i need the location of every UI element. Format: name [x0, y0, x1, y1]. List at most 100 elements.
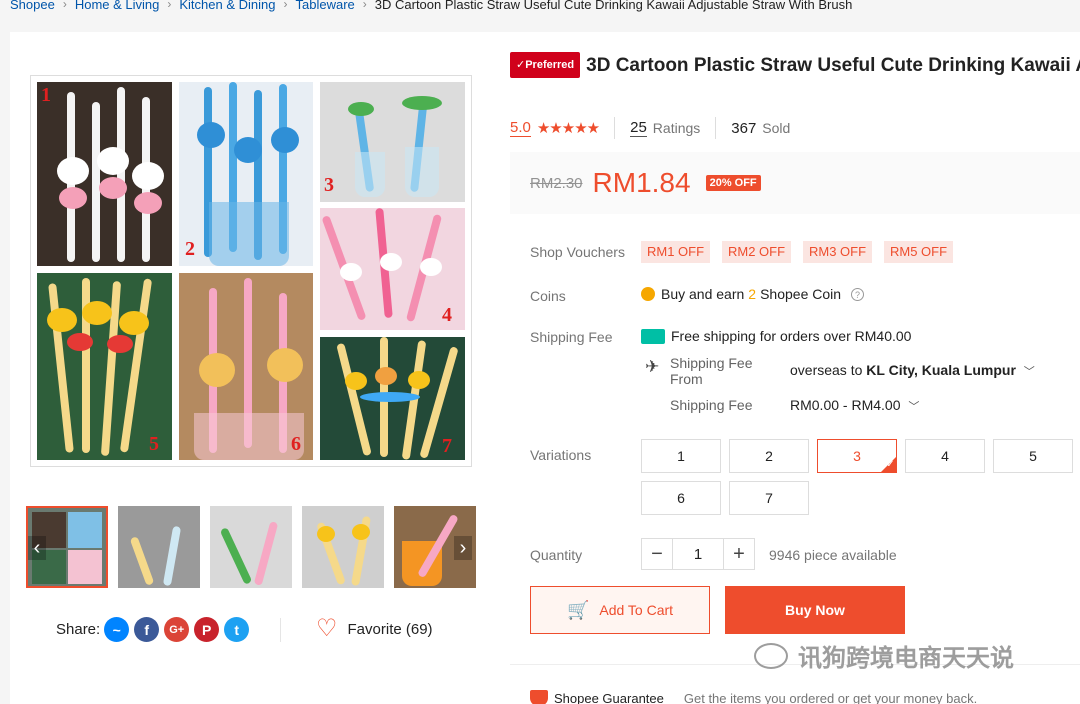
breadcrumb-home-living[interactable]: Home & Living	[75, 0, 160, 12]
quantity-input[interactable]: 1	[673, 538, 723, 570]
shipping-fee-value: RM0.00 - RM4.00	[790, 397, 901, 413]
chevron-down-icon: ﹀	[1023, 366, 1035, 378]
gallery-prev-button[interactable]: ‹	[28, 536, 46, 560]
breadcrumb-shopee[interactable]: Shopee	[10, 0, 55, 12]
breadcrumb: Shopee › Home & Living › Kitchen & Dinin…	[10, 0, 852, 14]
variation-2[interactable]: 2	[729, 439, 809, 473]
product-title: ✓Preferred 3D Cartoon Plastic Straw Usefu…	[510, 52, 1080, 78]
rating-score[interactable]: 5.0	[510, 119, 531, 137]
cart-icon: 🛒	[566, 599, 590, 620]
pinterest-icon[interactable]: P	[194, 617, 220, 642]
buy-now-button[interactable]: Buy Now	[725, 586, 905, 634]
increase-button[interactable]: +	[723, 538, 755, 570]
variation-4[interactable]: 4	[905, 439, 985, 473]
coin-icon	[641, 287, 655, 301]
ratings-label: Ratings	[652, 120, 701, 136]
voucher-rm5[interactable]: RM5 OFF	[884, 241, 954, 263]
voucher-rm3[interactable]: RM3 OFF	[803, 241, 873, 263]
chevron-right-icon: ›	[62, 0, 67, 11]
coins-amount: 2	[748, 286, 757, 302]
favorite-button[interactable]: ♡ Favorite (69)	[316, 617, 433, 641]
thumbnail-4[interactable]	[302, 506, 384, 588]
voucher-rm2[interactable]: RM2 OFF	[722, 241, 792, 263]
check-icon: ✓	[516, 59, 526, 71]
variation-3-selected[interactable]: 3	[817, 439, 897, 473]
guarantee-title: Shopee Guarantee	[554, 690, 664, 704]
collage-number: 4	[442, 304, 452, 326]
shipping-from: ✈ Shipping Fee From	[645, 355, 770, 387]
collage-cell-7: 7	[320, 337, 465, 460]
collage-cell-4: 4	[320, 208, 465, 330]
plane-icon: ✈	[645, 357, 660, 376]
coins-label: Coins	[530, 288, 566, 304]
sold-label: Sold	[762, 120, 791, 136]
watermark-text: 讯狗跨境电商天天说	[798, 645, 1014, 672]
ratings-bar: 5.0 ★★★★★ 25 Ratings 367 Sold	[510, 117, 790, 139]
variation-7[interactable]: 7	[729, 481, 809, 515]
coins-text: Buy and earn	[661, 286, 745, 302]
vouchers-label: Shop Vouchers	[530, 244, 625, 260]
ratings-count[interactable]: 25	[630, 119, 647, 137]
quantity-label: Quantity	[530, 547, 583, 563]
collage-cell-5: 5	[37, 273, 172, 460]
voucher-rm1[interactable]: RM1 OFF	[641, 241, 711, 263]
wechat-icon	[754, 642, 788, 669]
shipping-destination[interactable]: overseas to KL City, Kuala Lumpur ﹀	[790, 362, 1035, 379]
collage-number: 1	[41, 84, 51, 106]
thumbnail-strip: ‹ ›	[26, 506, 476, 588]
free-shipping: Free shipping for orders over RM40.00	[641, 328, 911, 344]
twitter-icon[interactable]: t	[224, 617, 250, 642]
destination: KL City, Kuala Lumpur	[866, 362, 1016, 378]
collage-cell-6: 6	[179, 273, 313, 460]
share-label: Share:	[56, 621, 101, 638]
facebook-icon[interactable]: f	[134, 617, 160, 642]
shipping-from-label: Shipping Fee From	[670, 355, 753, 387]
collage-cell-3: 3	[320, 82, 465, 202]
chevron-right-icon: ›	[283, 0, 288, 11]
add-to-cart-label: Add To Cart	[599, 602, 674, 618]
shipping-fee-dropdown[interactable]: RM0.00 - RM4.00 ﹀	[790, 397, 919, 414]
free-shipping-text: Free shipping for orders over RM40.00	[671, 328, 912, 344]
original-price: RM2.30	[530, 174, 583, 192]
quantity-stepper: − 1 +	[641, 538, 755, 570]
watermark: 讯狗跨境电商天天说	[754, 638, 1014, 673]
sold-count: 367	[731, 119, 757, 137]
chevron-right-icon: ›	[167, 0, 172, 11]
product-main-image[interactable]: 1 2 3 4 5 6 7	[30, 75, 472, 467]
collage-number: 5	[149, 433, 159, 455]
truck-icon	[641, 328, 665, 344]
collage-number: 2	[185, 238, 195, 260]
coins-text-after: Shopee Coin	[760, 286, 842, 302]
google-plus-icon[interactable]: G+	[164, 617, 190, 642]
coins-info: Buy and earn 2 Shopee Coin ?	[641, 286, 865, 302]
discount-badge: 20% OFF	[705, 175, 761, 191]
breadcrumb-tableware[interactable]: Tableware	[296, 0, 355, 12]
collage-cell-2: 2	[179, 82, 313, 266]
collage-number: 7	[442, 435, 452, 457]
variation-6[interactable]: 6	[641, 481, 721, 515]
shopee-guarantee: Shopee Guarantee Get the items you order…	[530, 690, 977, 704]
heart-icon: ♡	[316, 615, 338, 642]
to-word: to	[850, 362, 863, 378]
share-bar: Share: ~ f G+ P t	[56, 617, 254, 642]
decrease-button[interactable]: −	[641, 538, 673, 570]
favorite-label: Favorite (69)	[347, 620, 433, 638]
current-price: RM1.84	[592, 167, 691, 198]
gallery-next-button[interactable]: ›	[454, 536, 472, 560]
breadcrumb-current: 3D Cartoon Plastic Straw Useful Cute Dri…	[374, 0, 853, 12]
variation-5[interactable]: 5	[993, 439, 1073, 473]
thumbnail-2[interactable]	[118, 506, 200, 588]
help-icon[interactable]: ?	[851, 287, 865, 301]
add-to-cart-button[interactable]: 🛒 Add To Cart	[530, 586, 710, 634]
shipping-fee-label: Shipping Fee	[670, 397, 753, 413]
thumbnail-3[interactable]	[210, 506, 292, 588]
breadcrumb-kitchen-dining[interactable]: Kitchen & Dining	[179, 0, 275, 12]
variation-1[interactable]: 1	[641, 439, 721, 473]
origin: overseas	[790, 362, 847, 378]
chevron-down-icon: ﹀	[908, 401, 920, 413]
collage-number: 6	[291, 433, 301, 455]
shipping-label: Shipping Fee	[530, 329, 613, 345]
messenger-icon[interactable]: ~	[104, 617, 130, 642]
price-box: RM2.30 RM1.84 20% OFF	[510, 152, 1080, 214]
guarantee-text: Get the items you ordered or get your mo…	[683, 690, 978, 704]
